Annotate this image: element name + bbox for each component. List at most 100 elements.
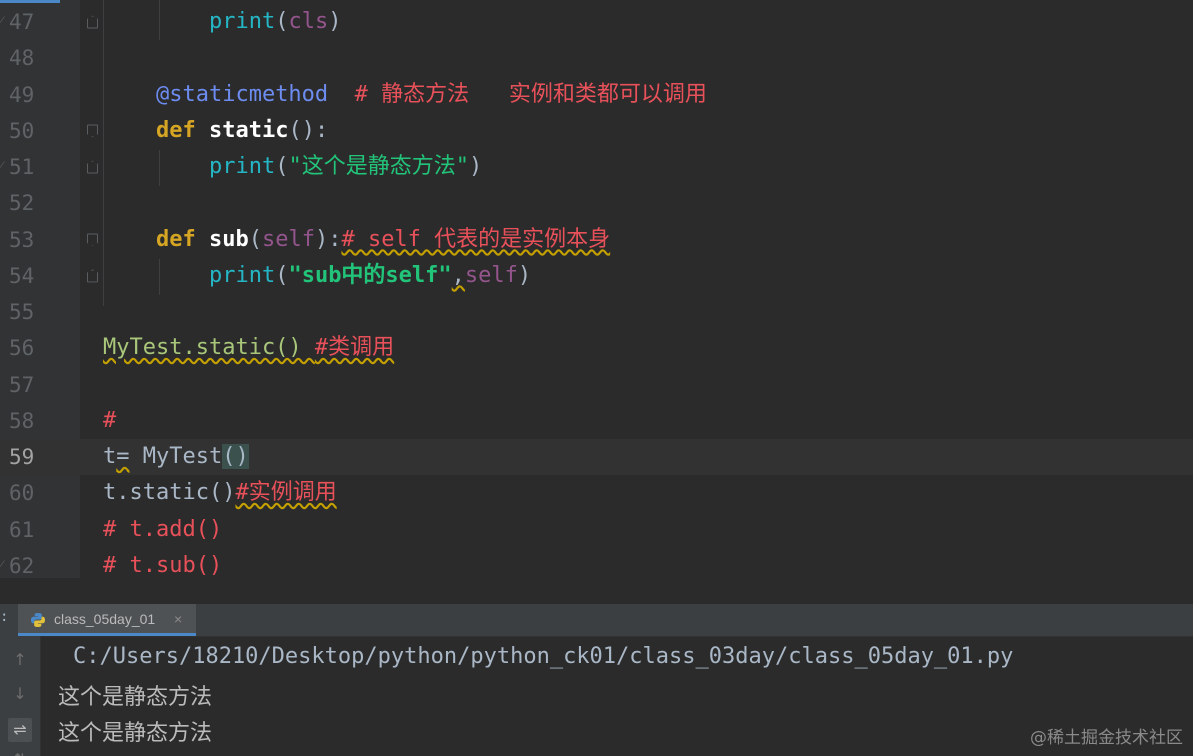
line-number: 56: [9, 336, 35, 361]
code-line[interactable]: 59 t= MyTest(): [0, 439, 1193, 476]
code-line[interactable]: 56 MyTest.static() #类调用: [0, 330, 1193, 366]
run-tab-prefix: :: [0, 609, 9, 625]
gutter-marker-icon: ⁄: [0, 158, 3, 175]
line-number: 52: [9, 191, 35, 216]
code-text: # t.sub(): [103, 552, 223, 578]
run-tab-label: class_05day_01: [54, 611, 156, 627]
code-line[interactable]: 49 @staticmethod # 静态方法 实例和类都可以调用: [0, 77, 1193, 113]
code-token: ): [517, 262, 532, 288]
code-token: ): [468, 154, 483, 180]
code-line[interactable]: 55: [0, 294, 1193, 330]
code-line[interactable]: 54 print("sub中的self",self): [0, 258, 1193, 294]
arrow-down-icon[interactable]: ↓: [8, 682, 32, 706]
gutter-cell[interactable]: ⁄ 62: [0, 548, 80, 578]
line-number: 59: [9, 445, 35, 470]
gutter-cell[interactable]: ⁄ 51: [0, 149, 80, 185]
gutter-cell[interactable]: 53: [0, 222, 80, 258]
code-token: (: [248, 226, 262, 252]
soft-wrap-icon[interactable]: ⇌: [8, 718, 32, 742]
fold-toggle-icon[interactable]: [87, 160, 98, 174]
console-output-line: 这个是静态方法: [58, 721, 213, 746]
watermark: @稀土掘金技术社区: [1030, 728, 1183, 748]
gutter-cell[interactable]: 57: [0, 367, 80, 403]
gutter-cell[interactable]: 49: [0, 77, 80, 113]
scroll-to-end-icon[interactable]: ⇅: [8, 748, 32, 756]
code-token: t: [103, 444, 117, 470]
code-line[interactable]: ⁄ 51 print("这个是静态方法"): [0, 149, 1193, 185]
arrow-up-icon[interactable]: ↑: [8, 648, 32, 672]
code-token: self: [261, 226, 315, 252]
code-token: #实例调用: [235, 480, 337, 506]
gutter-cell[interactable]: 54: [0, 258, 80, 294]
gutter-cell[interactable]: 56: [0, 330, 80, 366]
code-token: (): [222, 444, 249, 470]
code-token: static: [208, 117, 289, 143]
line-number: 55: [9, 300, 35, 325]
code-line[interactable]: 50 def static():: [0, 113, 1193, 149]
code-token: print: [208, 9, 276, 35]
code-editor[interactable]: ⁄ 47 print(cls) 48 49 @staticmethod # 静态方法 …: [0, 0, 1193, 578]
gutter-cell[interactable]: 48: [0, 40, 80, 76]
code-token: self: [464, 262, 518, 288]
run-tab-class-05day-01[interactable]: class_05day_01 ×: [18, 604, 196, 636]
code-token: (: [275, 9, 289, 35]
gutter-cell[interactable]: 61: [0, 512, 80, 548]
console-command-line: C:/Users/18210/Desktop/python/python_ck0…: [73, 644, 1014, 669]
close-icon[interactable]: ×: [174, 611, 182, 627]
line-number: 57: [9, 372, 35, 397]
gutter-cell[interactable]: 55: [0, 294, 80, 330]
line-number: 50: [9, 118, 35, 143]
code-line[interactable]: ⁄ 62 # t.sub(): [0, 548, 1193, 578]
line-number: 47: [9, 10, 35, 35]
gutter-cell[interactable]: 60: [0, 475, 80, 511]
gutter-marker-icon: ⁄: [0, 13, 3, 30]
code-token: cls: [288, 9, 329, 35]
gutter-cell[interactable]: 52: [0, 185, 80, 221]
code-token: (: [275, 154, 289, 180]
fold-toggle-icon[interactable]: [87, 233, 98, 247]
fold-toggle-icon[interactable]: [87, 124, 98, 138]
code-token: print: [208, 262, 276, 288]
code-token: =: [116, 444, 130, 470]
code-token: ):: [314, 226, 342, 252]
gutter-cell[interactable]: 58: [0, 403, 80, 439]
line-number: 48: [9, 46, 35, 71]
code-token: MyTest: [129, 444, 223, 470]
code-token: # t.sub(): [103, 552, 223, 578]
code-line[interactable]: 52: [0, 185, 1193, 221]
gutter-cell[interactable]: 59: [0, 439, 80, 476]
code-line[interactable]: 58 #: [0, 403, 1193, 439]
console-output[interactable]: C:/Users/18210/Desktop/python/python_ck0…: [58, 636, 1178, 756]
gutter-cell[interactable]: ⁄ 47: [0, 4, 80, 40]
code-line[interactable]: 61 # t.add(): [0, 512, 1193, 548]
code-line[interactable]: 53 def sub(self):# self 代表的是实例本身: [0, 222, 1193, 258]
code-text: #: [103, 409, 116, 432]
code-line[interactable]: 48: [0, 40, 1193, 76]
code-token: t.static(): [103, 480, 236, 506]
code-line[interactable]: 60 t.static()#实例调用: [0, 475, 1193, 511]
console-output-line: 这个是静态方法: [58, 685, 213, 710]
code-line[interactable]: 57: [0, 367, 1193, 403]
code-token: @staticmethod: [155, 81, 329, 107]
code-token: "这个是静态方法": [288, 154, 469, 180]
code-text: def static():: [103, 117, 328, 143]
code-line[interactable]: ⁄ 47 print(cls): [0, 4, 1193, 40]
code-text: @staticmethod # 静态方法 实例和类都可以调用: [103, 81, 707, 107]
code-text: # t.add(): [103, 518, 222, 541]
fold-toggle-icon[interactable]: [87, 15, 98, 29]
code-text: print("sub中的self",self): [103, 262, 532, 288]
line-number: 53: [9, 227, 35, 252]
code-text: t.static()#实例调用: [103, 482, 337, 504]
code-token: print: [208, 154, 276, 180]
code-token: ,: [451, 262, 465, 288]
gutter-cell[interactable]: 50: [0, 113, 80, 149]
fold-toggle-icon[interactable]: [87, 269, 98, 283]
gutter-marker-icon: ⁄: [0, 557, 3, 574]
line-number: 60: [9, 481, 35, 506]
run-panel: : class_05day_01 × ↑ ↓ ⇌ ⇅ C:/Users/1821…: [0, 578, 1193, 756]
